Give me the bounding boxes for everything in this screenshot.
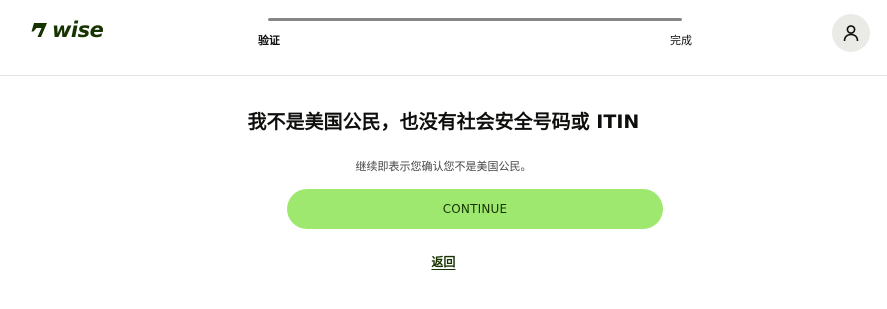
step-label-verify: 验证 [258,34,280,47]
progress-stepper: 验证 完成 [258,17,692,47]
account-avatar-button[interactable] [832,14,870,52]
back-link[interactable]: 返回 [431,255,455,269]
wise-logo[interactable]: wise [30,18,104,42]
continue-button[interactable]: CONTINUE [287,189,663,229]
confirmation-text: 继续即表示您确认您不是美国公民。 [355,160,532,173]
page-title: 我不是美国公民，也没有社会安全号码或 ITIN [247,111,640,133]
wise-flag-icon [31,23,47,37]
progress-fill [268,18,682,21]
wise-wordmark: wise [52,18,104,42]
top-bar: wise 验证 完成 [0,0,887,76]
user-icon [843,25,859,42]
progress-track [268,18,682,21]
back-link-wrapper: 返回 [0,251,887,270]
step-label-done: 完成 [670,34,692,47]
